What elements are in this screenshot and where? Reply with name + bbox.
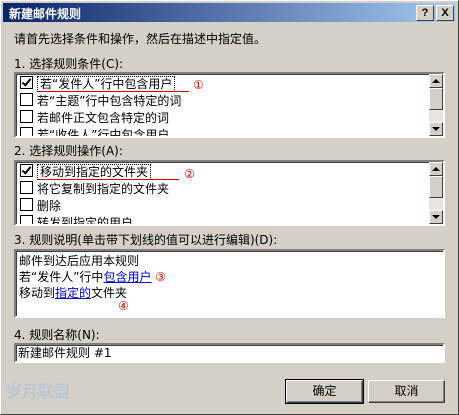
actions-list[interactable]: 移动到指定的文件夹 将它复制到指定的文件夹 删除 转发到指定的用户: [14, 160, 445, 226]
scroll-up-button[interactable]: [429, 74, 443, 88]
condition-item-recipient[interactable]: 若“收件人”行中包含用户: [20, 127, 170, 138]
conditions-scrollbar[interactable]: [429, 74, 443, 136]
annotation-underline-2: [39, 179, 179, 180]
rule-name-input[interactable]: 新建邮件规则 #1: [14, 343, 445, 363]
scroll-thumb[interactable]: [429, 88, 443, 110]
annotation-marker-4: ④: [118, 299, 129, 313]
condition-checkbox-body[interactable]: [20, 110, 33, 123]
condition-label-sender: 若“发件人”行中包含用户: [37, 76, 176, 92]
action-label-forward: 转发到指定的用户: [37, 216, 134, 226]
condition-label-body: 若邮件正文包含特定的词: [37, 111, 170, 125]
rule-name-label: 4. 规则名称(N):: [14, 328, 100, 342]
annotation-underline-1: [39, 91, 189, 92]
watermark: 岁月联盟: [6, 382, 71, 401]
window-title: 新建邮件规则: [9, 7, 82, 21]
title-bar[interactable]: 新建邮件规则 ? X: [3, 3, 456, 22]
condition-item-subject[interactable]: 若“主题”行中包含特定的词: [20, 93, 181, 109]
close-button[interactable]: X: [436, 5, 454, 21]
scroll-down-button[interactable]: [429, 122, 443, 136]
annotation-marker-2: ②: [184, 167, 195, 181]
scroll-down-button[interactable]: [429, 210, 443, 224]
annotation-marker-3: ③: [155, 270, 167, 284]
action-checkbox-move[interactable]: [20, 164, 33, 177]
annotation-marker-1: ①: [193, 78, 204, 92]
action-checkbox-delete[interactable]: [20, 198, 33, 211]
condition-item-body[interactable]: 若邮件正文包含特定的词: [20, 110, 169, 126]
action-item-copy[interactable]: 将它复制到指定的文件夹: [20, 181, 169, 197]
description-line-2: 若“发件人”行中包含用户 ③: [19, 269, 166, 285]
action-label-delete: 删除: [37, 199, 62, 213]
condition-checkbox-sender[interactable]: [20, 76, 33, 89]
arrow-down-icon: [432, 127, 440, 131]
description-line-3-prefix: 移动到: [19, 286, 56, 300]
scroll-thumb[interactable]: [429, 176, 443, 198]
condition-label-recipient: 若“收件人”行中包含用户: [37, 128, 170, 138]
description-line-1: 邮件到达后应用本规则: [19, 254, 140, 268]
conditions-list[interactable]: 若“发件人”行中包含用户 若“主题”行中包含特定的词 若邮件正文包含特定的词 若…: [14, 72, 445, 138]
actions-scrollbar[interactable]: [429, 162, 443, 224]
action-label-move: 移动到指定的文件夹: [37, 164, 152, 180]
conditions-label: 1. 选择规则条件(C):: [14, 57, 124, 71]
action-item-forward[interactable]: 转发到指定的用户: [20, 215, 134, 226]
specified-folder-link[interactable]: 指定的: [55, 286, 91, 300]
actions-label: 2. 选择规则操作(A):: [14, 144, 123, 158]
condition-label-subject: 若“主题”行中包含特定的词: [37, 94, 182, 108]
contains-users-link[interactable]: 包含用户: [103, 270, 151, 284]
help-button[interactable]: ?: [416, 5, 434, 21]
action-checkbox-forward[interactable]: [20, 215, 33, 224]
description-line-2-prefix: 若“发件人”行中: [19, 270, 104, 284]
arrow-up-icon: [432, 79, 440, 83]
condition-item-sender[interactable]: 若“发件人”行中包含用户: [20, 76, 176, 92]
action-item-delete[interactable]: 删除: [20, 198, 61, 214]
rule-description-box: 邮件到达后应用本规则 若“发件人”行中包含用户 ③ 移动到指定的文件夹 ④: [14, 249, 445, 318]
condition-checkbox-recipient[interactable]: [20, 127, 33, 136]
instruction-text: 请首先选择条件和操作，然后在描述中指定值。: [14, 32, 267, 46]
condition-checkbox-subject[interactable]: [20, 93, 33, 106]
description-line-3: 移动到指定的文件夹: [19, 285, 127, 301]
description-label: 3. 规则说明(单击带下划线的值可以进行编辑)(D):: [14, 233, 278, 247]
cancel-button[interactable]: 取消: [368, 380, 445, 403]
ok-button[interactable]: 确定: [285, 379, 364, 404]
action-label-copy: 将它复制到指定的文件夹: [37, 182, 170, 196]
arrow-down-icon: [432, 215, 440, 219]
action-checkbox-copy[interactable]: [20, 181, 33, 194]
scroll-up-button[interactable]: [429, 162, 443, 176]
arrow-up-icon: [432, 167, 440, 171]
action-item-move[interactable]: 移动到指定的文件夹: [20, 164, 152, 180]
